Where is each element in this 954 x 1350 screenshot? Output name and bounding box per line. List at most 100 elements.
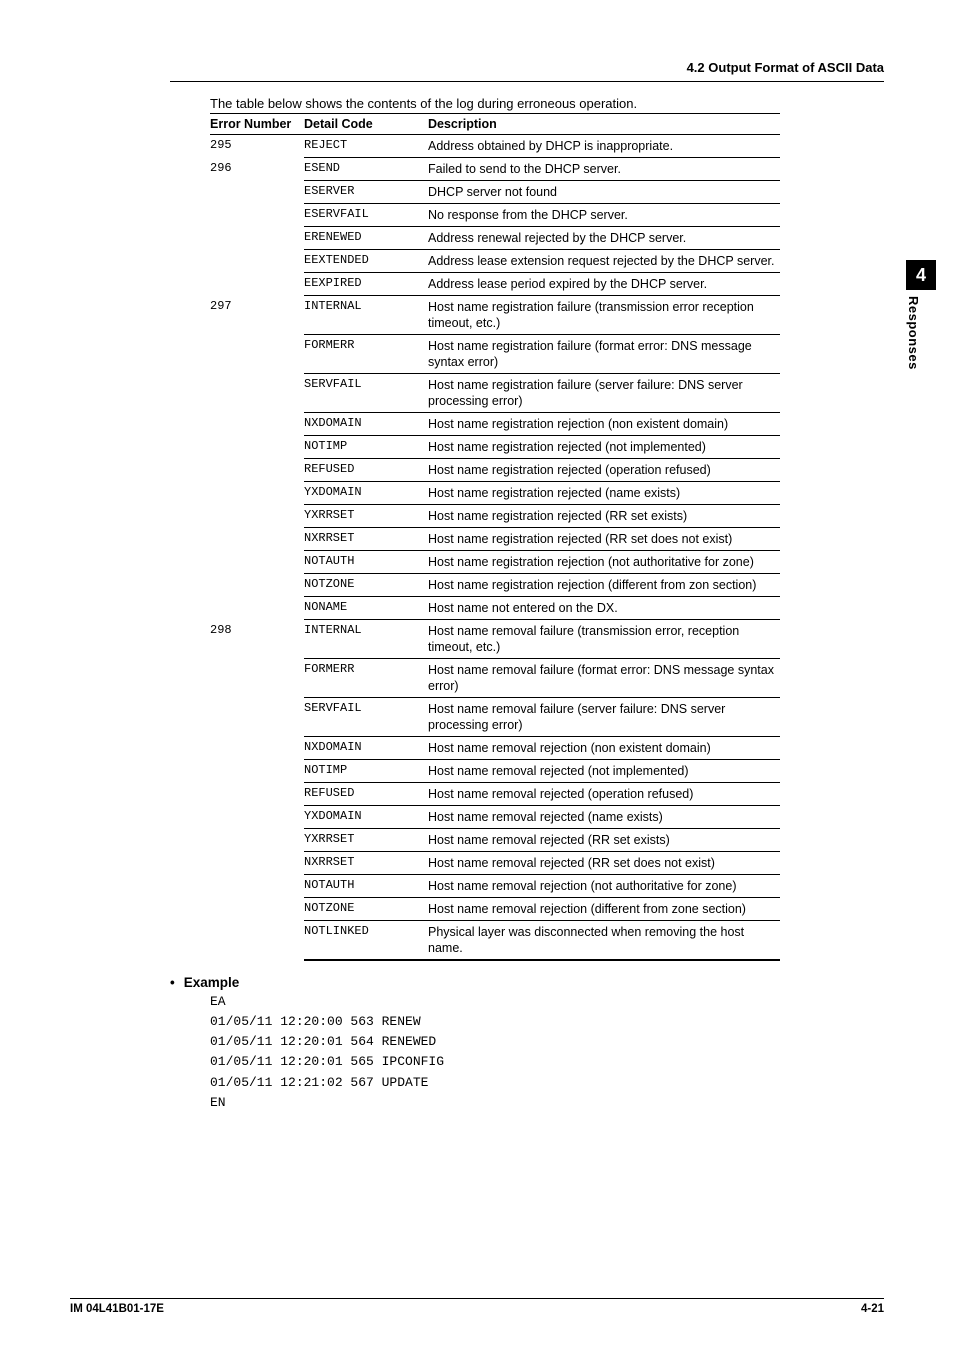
detail-code-cell: EEXPIRED (304, 273, 428, 296)
error-number-cell (210, 737, 304, 760)
footer-page-num: 4-21 (861, 1303, 884, 1315)
description-cell: No response from the DHCP server. (428, 204, 780, 227)
error-number-cell (210, 551, 304, 574)
chapter-title: Responses (906, 296, 921, 370)
running-head: 4.2 Output Format of ASCII Data (170, 60, 884, 82)
error-number-cell (210, 806, 304, 829)
description-cell: Physical layer was disconnected when rem… (428, 921, 780, 961)
detail-code-cell: NOTAUTH (304, 875, 428, 898)
error-number-cell (210, 574, 304, 597)
error-number-cell: 297 (210, 296, 304, 335)
description-cell: Address lease extension request rejected… (428, 250, 780, 273)
bullet-icon: • (170, 975, 180, 990)
detail-code-cell: YXDOMAIN (304, 806, 428, 829)
description-cell: Host name registration failure (format e… (428, 335, 780, 374)
example-code: EA 01/05/11 12:20:00 563 RENEW 01/05/11 … (210, 992, 884, 1113)
col-detail-code: Detail Code (304, 114, 428, 135)
error-number-cell (210, 783, 304, 806)
description-cell: Address lease period expired by the DHCP… (428, 273, 780, 296)
error-number-cell (210, 181, 304, 204)
page-footer: IM 04L41B01-17E 4-21 (70, 1298, 884, 1315)
error-log-table: Error Number Detail Code Description 295… (210, 113, 780, 961)
error-number-cell (210, 204, 304, 227)
description-cell: Host name registration rejected (not imp… (428, 436, 780, 459)
col-description: Description (428, 114, 780, 135)
error-number-cell (210, 829, 304, 852)
side-tab: 4 Responses (906, 260, 936, 370)
description-cell: Host name removal rejected (name exists) (428, 806, 780, 829)
detail-code-cell: NOTLINKED (304, 921, 428, 961)
error-number-cell (210, 459, 304, 482)
description-cell: Host name removal rejected (RR set does … (428, 852, 780, 875)
error-number-cell (210, 852, 304, 875)
detail-code-cell: INTERNAL (304, 620, 428, 659)
description-cell: DHCP server not found (428, 181, 780, 204)
detail-code-cell: NOTIMP (304, 436, 428, 459)
footer-doc-id: IM 04L41B01-17E (70, 1303, 164, 1315)
error-number-cell (210, 898, 304, 921)
detail-code-cell: FORMERR (304, 335, 428, 374)
detail-code-cell: YXRRSET (304, 829, 428, 852)
description-cell: Host name removal rejection (different f… (428, 898, 780, 921)
detail-code-cell: INTERNAL (304, 296, 428, 335)
error-number-cell: 295 (210, 135, 304, 158)
error-number-cell (210, 374, 304, 413)
detail-code-cell: YXDOMAIN (304, 482, 428, 505)
error-number-cell (210, 760, 304, 783)
description-cell: Host name removal rejected (not implemen… (428, 760, 780, 783)
detail-code-cell: REJECT (304, 135, 428, 158)
detail-code-cell: NOTZONE (304, 574, 428, 597)
description-cell: Host name registration rejection (not au… (428, 551, 780, 574)
description-cell: Failed to send to the DHCP server. (428, 158, 780, 181)
example-block: • Example EA 01/05/11 12:20:00 563 RENEW… (170, 975, 884, 1113)
description-cell: Host name registration rejected (RR set … (428, 528, 780, 551)
table-caption: The table below shows the contents of th… (210, 96, 884, 111)
detail-code-cell: NOTAUTH (304, 551, 428, 574)
error-number-cell (210, 250, 304, 273)
detail-code-cell: SERVFAIL (304, 374, 428, 413)
description-cell: Host name registration rejected (RR set … (428, 505, 780, 528)
detail-code-cell: ERENEWED (304, 227, 428, 250)
col-error-number: Error Number (210, 114, 304, 135)
detail-code-cell: NXDOMAIN (304, 737, 428, 760)
description-cell: Host name removal failure (transmission … (428, 620, 780, 659)
error-number-cell (210, 659, 304, 698)
error-number-cell (210, 597, 304, 620)
error-number-cell: 296 (210, 158, 304, 181)
error-number-cell (210, 528, 304, 551)
detail-code-cell: NOTZONE (304, 898, 428, 921)
error-number-cell (210, 227, 304, 250)
error-number-cell (210, 875, 304, 898)
description-cell: Host name removal rejection (not authori… (428, 875, 780, 898)
description-cell: Address obtained by DHCP is inappropriat… (428, 135, 780, 158)
detail-code-cell: FORMERR (304, 659, 428, 698)
detail-code-cell: SERVFAIL (304, 698, 428, 737)
error-number-cell (210, 698, 304, 737)
description-cell: Host name registration rejected (name ex… (428, 482, 780, 505)
description-cell: Address renewal rejected by the DHCP ser… (428, 227, 780, 250)
error-number-cell (210, 335, 304, 374)
description-cell: Host name registration rejection (differ… (428, 574, 780, 597)
detail-code-cell: EEXTENDED (304, 250, 428, 273)
error-number-cell: 298 (210, 620, 304, 659)
detail-code-cell: NXRRSET (304, 852, 428, 875)
detail-code-cell: NXDOMAIN (304, 413, 428, 436)
chapter-number: 4 (906, 260, 936, 290)
error-number-cell (210, 921, 304, 961)
detail-code-cell: YXRRSET (304, 505, 428, 528)
detail-code-cell: ESERVER (304, 181, 428, 204)
detail-code-cell: NXRRSET (304, 528, 428, 551)
detail-code-cell: REFUSED (304, 783, 428, 806)
description-cell: Host name removal rejected (RR set exist… (428, 829, 780, 852)
detail-code-cell: NOTIMP (304, 760, 428, 783)
description-cell: Host name registration failure (transmis… (428, 296, 780, 335)
description-cell: Host name registration rejected (operati… (428, 459, 780, 482)
description-cell: Host name removal failure (server failur… (428, 698, 780, 737)
description-cell: Host name removal rejection (non existen… (428, 737, 780, 760)
detail-code-cell: REFUSED (304, 459, 428, 482)
detail-code-cell: ESEND (304, 158, 428, 181)
error-number-cell (210, 273, 304, 296)
description-cell: Host name removal failure (format error:… (428, 659, 780, 698)
detail-code-cell: NONAME (304, 597, 428, 620)
description-cell: Host name registration failure (server f… (428, 374, 780, 413)
